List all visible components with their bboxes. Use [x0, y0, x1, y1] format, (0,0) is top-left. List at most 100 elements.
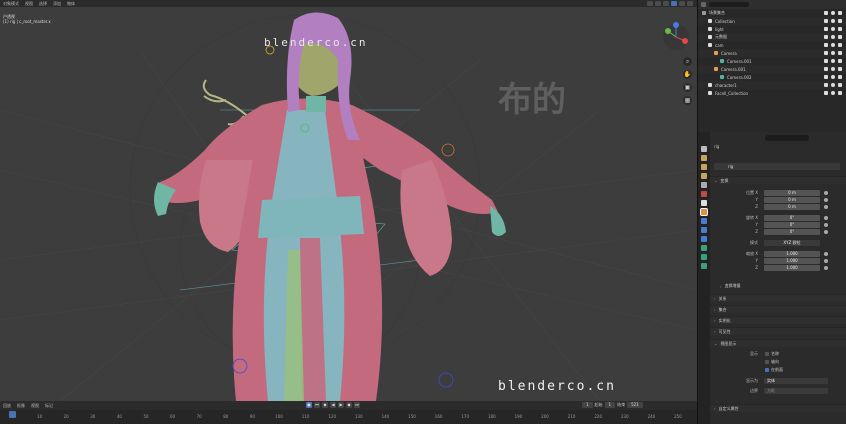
object-name-field[interactable]: rig [714, 163, 840, 170]
add-menu[interactable]: 添加 [53, 1, 61, 7]
scale-x-field[interactable]: 1.000 [764, 251, 820, 257]
view-layer-tab-icon[interactable] [701, 173, 707, 179]
exclude-checkbox-icon[interactable] [824, 35, 828, 39]
xray-toggle-icon[interactable] [655, 1, 661, 6]
outliner-row[interactable]: Camera.001 [698, 65, 846, 73]
bone-tab-icon[interactable] [701, 263, 707, 269]
overlay-toggle-icon[interactable] [647, 1, 653, 6]
camera-render-icon[interactable] [838, 27, 842, 31]
exclude-checkbox-icon[interactable] [824, 91, 828, 95]
camera-render-icon[interactable] [838, 75, 842, 79]
exclude-checkbox-icon[interactable] [824, 51, 828, 55]
outliner-row[interactable]: 元数据 [698, 33, 846, 41]
custom-properties-section[interactable]: 自定义属性 [710, 404, 846, 412]
exclude-checkbox-icon[interactable] [824, 43, 828, 47]
location-y-field[interactable]: 0 m [764, 197, 820, 203]
grid-view-icon[interactable]: ▦ [683, 96, 692, 105]
eye-icon[interactable] [831, 91, 835, 95]
render-tab-icon[interactable] [701, 155, 707, 161]
object-menu[interactable]: 物体 [67, 1, 75, 7]
eye-icon[interactable] [831, 11, 835, 15]
output-tab-icon[interactable] [701, 164, 707, 170]
outliner-row[interactable]: character1 [698, 81, 846, 89]
playhead[interactable] [9, 411, 16, 418]
view-menu[interactable]: 视图 [25, 1, 33, 7]
delta-transform-section[interactable]: 变换增量 [710, 282, 846, 290]
world-tab-icon[interactable] [701, 191, 707, 197]
show-axes-checkbox[interactable]: 轴向 [765, 359, 779, 365]
location-z-field[interactable]: 0 m [764, 204, 820, 210]
collection-tab-icon[interactable] [701, 200, 707, 206]
play-icon[interactable]: ▶ [338, 402, 344, 408]
bounds-dropdown[interactable]: 方框 [764, 388, 828, 394]
camera-view-icon[interactable]: ▣ [683, 83, 692, 92]
rotation-z-field[interactable]: 0° [764, 229, 820, 235]
playback-menu[interactable]: 回放 [3, 403, 11, 409]
outliner-row[interactable]: Facell_Collection [698, 89, 846, 97]
jump-start-icon[interactable]: ⏮ [314, 402, 320, 408]
eye-icon[interactable] [831, 67, 835, 71]
start-frame-field[interactable]: 1 [604, 402, 616, 408]
constraint-tab-icon[interactable] [701, 245, 707, 251]
scene-tab-icon[interactable] [701, 182, 707, 188]
viewport-display-section[interactable]: 视图显示 [710, 339, 846, 347]
eye-icon[interactable] [831, 19, 835, 23]
show-name-checkbox[interactable]: 名称 [765, 351, 779, 357]
camera-render-icon[interactable] [838, 67, 842, 71]
select-menu[interactable]: 选择 [39, 1, 47, 7]
next-key-icon[interactable]: ◆ [346, 402, 352, 408]
eye-icon[interactable] [831, 35, 835, 39]
filter-icon[interactable] [701, 2, 706, 7]
outliner-row[interactable]: Camera.002 [698, 73, 846, 81]
collections-section[interactable]: 集合 [710, 305, 846, 313]
camera-render-icon[interactable] [838, 11, 842, 15]
wireframe-shading-icon[interactable] [663, 1, 669, 6]
solid-shading-icon[interactable] [671, 1, 677, 6]
exclude-checkbox-icon[interactable] [824, 19, 828, 23]
outliner-row[interactable]: Camera [698, 49, 846, 57]
timeline-view-menu[interactable]: 视图 [31, 403, 39, 409]
visibility-section[interactable]: 可见性 [710, 327, 846, 335]
end-frame-field[interactable]: 521 [627, 402, 643, 408]
current-frame-field[interactable]: 1 [582, 402, 593, 408]
exclude-checkbox-icon[interactable] [824, 59, 828, 63]
rotation-mode-dropdown[interactable]: XYZ 欧拉 [764, 240, 820, 246]
rotation-y-field[interactable]: 0° [764, 222, 820, 228]
camera-render-icon[interactable] [838, 51, 842, 55]
camera-render-icon[interactable] [838, 83, 842, 87]
play-reverse-icon[interactable]: ◀ [330, 402, 336, 408]
zoom-icon[interactable]: ⌕ [683, 57, 692, 66]
modifier-tab-icon[interactable] [701, 218, 707, 224]
location-x-field[interactable]: 0 m [764, 190, 820, 196]
scale-z-field[interactable]: 1.000 [764, 265, 820, 271]
scale-y-field[interactable]: 1.000 [764, 258, 820, 264]
eye-icon[interactable] [831, 51, 835, 55]
3d-viewport[interactable]: 对象模式 视图 选择 添加 物体 户透视 (1) rig | c_root_ma… [0, 0, 697, 401]
eye-icon[interactable] [831, 43, 835, 47]
rotation-x-field[interactable]: 0° [764, 215, 820, 221]
marker-menu[interactable]: 标记 [45, 403, 53, 409]
jump-end-icon[interactable]: ⏭ [354, 402, 360, 408]
object-tab-icon[interactable] [700, 208, 708, 216]
exclude-checkbox-icon[interactable] [824, 11, 828, 15]
outliner-row[interactable]: light [698, 25, 846, 33]
material-shading-icon[interactable] [679, 1, 685, 6]
scene-canvas[interactable] [0, 0, 697, 401]
outliner-row[interactable]: cam [698, 41, 846, 49]
eye-icon[interactable] [831, 83, 835, 87]
keying-menu[interactable]: 抠像 [17, 403, 25, 409]
outliner-row[interactable]: Collection [698, 17, 846, 25]
prev-key-icon[interactable]: ◆ [322, 402, 328, 408]
eye-icon[interactable] [831, 75, 835, 79]
camera-render-icon[interactable] [838, 43, 842, 47]
frame-ruler[interactable]: 0102030405060708090100110120130140150160… [0, 411, 697, 420]
particles-tab-icon[interactable] [701, 227, 707, 233]
instancing-section[interactable]: 实例化 [710, 316, 846, 324]
camera-render-icon[interactable] [838, 35, 842, 39]
hand-pan-icon[interactable]: ✋ [683, 70, 692, 79]
exclude-checkbox-icon[interactable] [824, 27, 828, 31]
display-as-dropdown[interactable]: 实体 [764, 378, 828, 384]
physics-tab-icon[interactable] [701, 236, 707, 242]
eye-icon[interactable] [831, 27, 835, 31]
record-icon[interactable]: ● [306, 402, 312, 408]
